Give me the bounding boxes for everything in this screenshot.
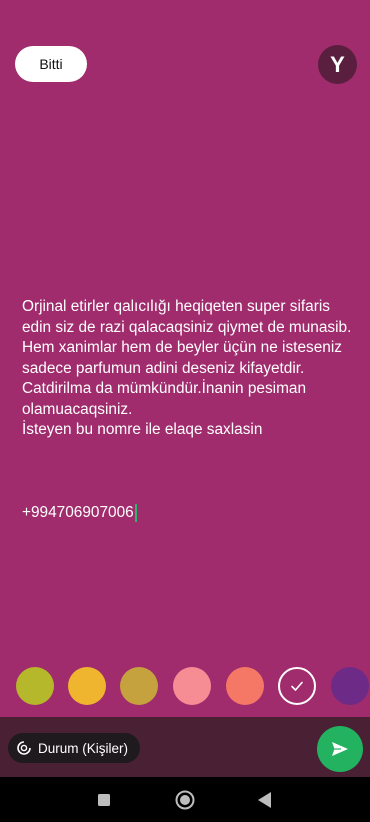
- audience-label: Durum (Kişiler): [38, 740, 129, 756]
- home-icon: [175, 790, 195, 810]
- color-swatch-mustard[interactable]: [120, 667, 158, 705]
- status-text-input[interactable]: Orjinal etirler qalıcılığı heqiqeten sup…: [22, 297, 352, 441]
- back-button[interactable]: [254, 789, 276, 811]
- status-editor-screen: Bitti Y Orjinal etirler qalıcılığı heqiq…: [0, 0, 370, 822]
- color-swatch-selected[interactable]: [278, 667, 316, 705]
- recents-icon: [98, 794, 110, 806]
- checkmark-icon: [291, 681, 303, 691]
- recents-button[interactable]: [93, 789, 115, 811]
- avatar[interactable]: Y: [318, 45, 357, 84]
- home-button[interactable]: [174, 789, 196, 811]
- back-icon: [258, 792, 271, 808]
- phone-number-text: +994706907006: [22, 504, 134, 521]
- audience-selector[interactable]: Durum (Kişiler): [8, 733, 141, 763]
- send-button[interactable]: [317, 726, 363, 772]
- color-swatch-purple[interactable]: [331, 667, 369, 705]
- system-nav-bar: [0, 777, 370, 822]
- color-swatch-yellow[interactable]: [68, 667, 106, 705]
- color-swatch-olive[interactable]: [16, 667, 54, 705]
- text-cursor: [134, 504, 137, 523]
- privacy-icon: [16, 740, 32, 756]
- done-button[interactable]: Bitti: [15, 46, 87, 82]
- color-palette: [0, 667, 370, 707]
- composer-bar: Durum (Kişiler): [0, 717, 370, 777]
- send-icon: [332, 742, 348, 756]
- color-swatch-coral[interactable]: [226, 667, 264, 705]
- color-swatch-pink[interactable]: [173, 667, 211, 705]
- phone-number-line[interactable]: +994706907006: [22, 503, 137, 524]
